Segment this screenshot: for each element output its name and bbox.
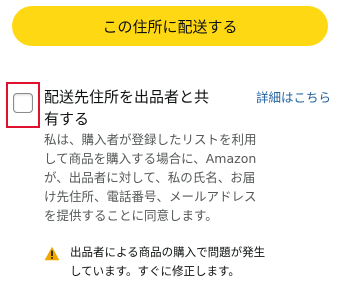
share-address-checkbox[interactable] bbox=[13, 93, 33, 113]
share-address-title: 配送先住所を出品者と共有する bbox=[44, 88, 210, 128]
details-link[interactable]: 詳細はこちら bbox=[256, 89, 331, 107]
share-address-description: 私は、購入者が登録したリストを利用して商品を購入する場合に、Amazonが、出品… bbox=[44, 132, 257, 223]
warning-icon bbox=[44, 246, 60, 261]
deliver-to-this-address-button[interactable]: この住所に配送する bbox=[12, 6, 328, 46]
warning-message: 出品者による商品の購入で問題が発生しています。すぐに修正します。 bbox=[70, 245, 266, 278]
checkout-shipping-panel: この住所に配送する 配送先住所を出品者と共有する 詳細はこちら 私は、購入者が登… bbox=[0, 0, 340, 302]
